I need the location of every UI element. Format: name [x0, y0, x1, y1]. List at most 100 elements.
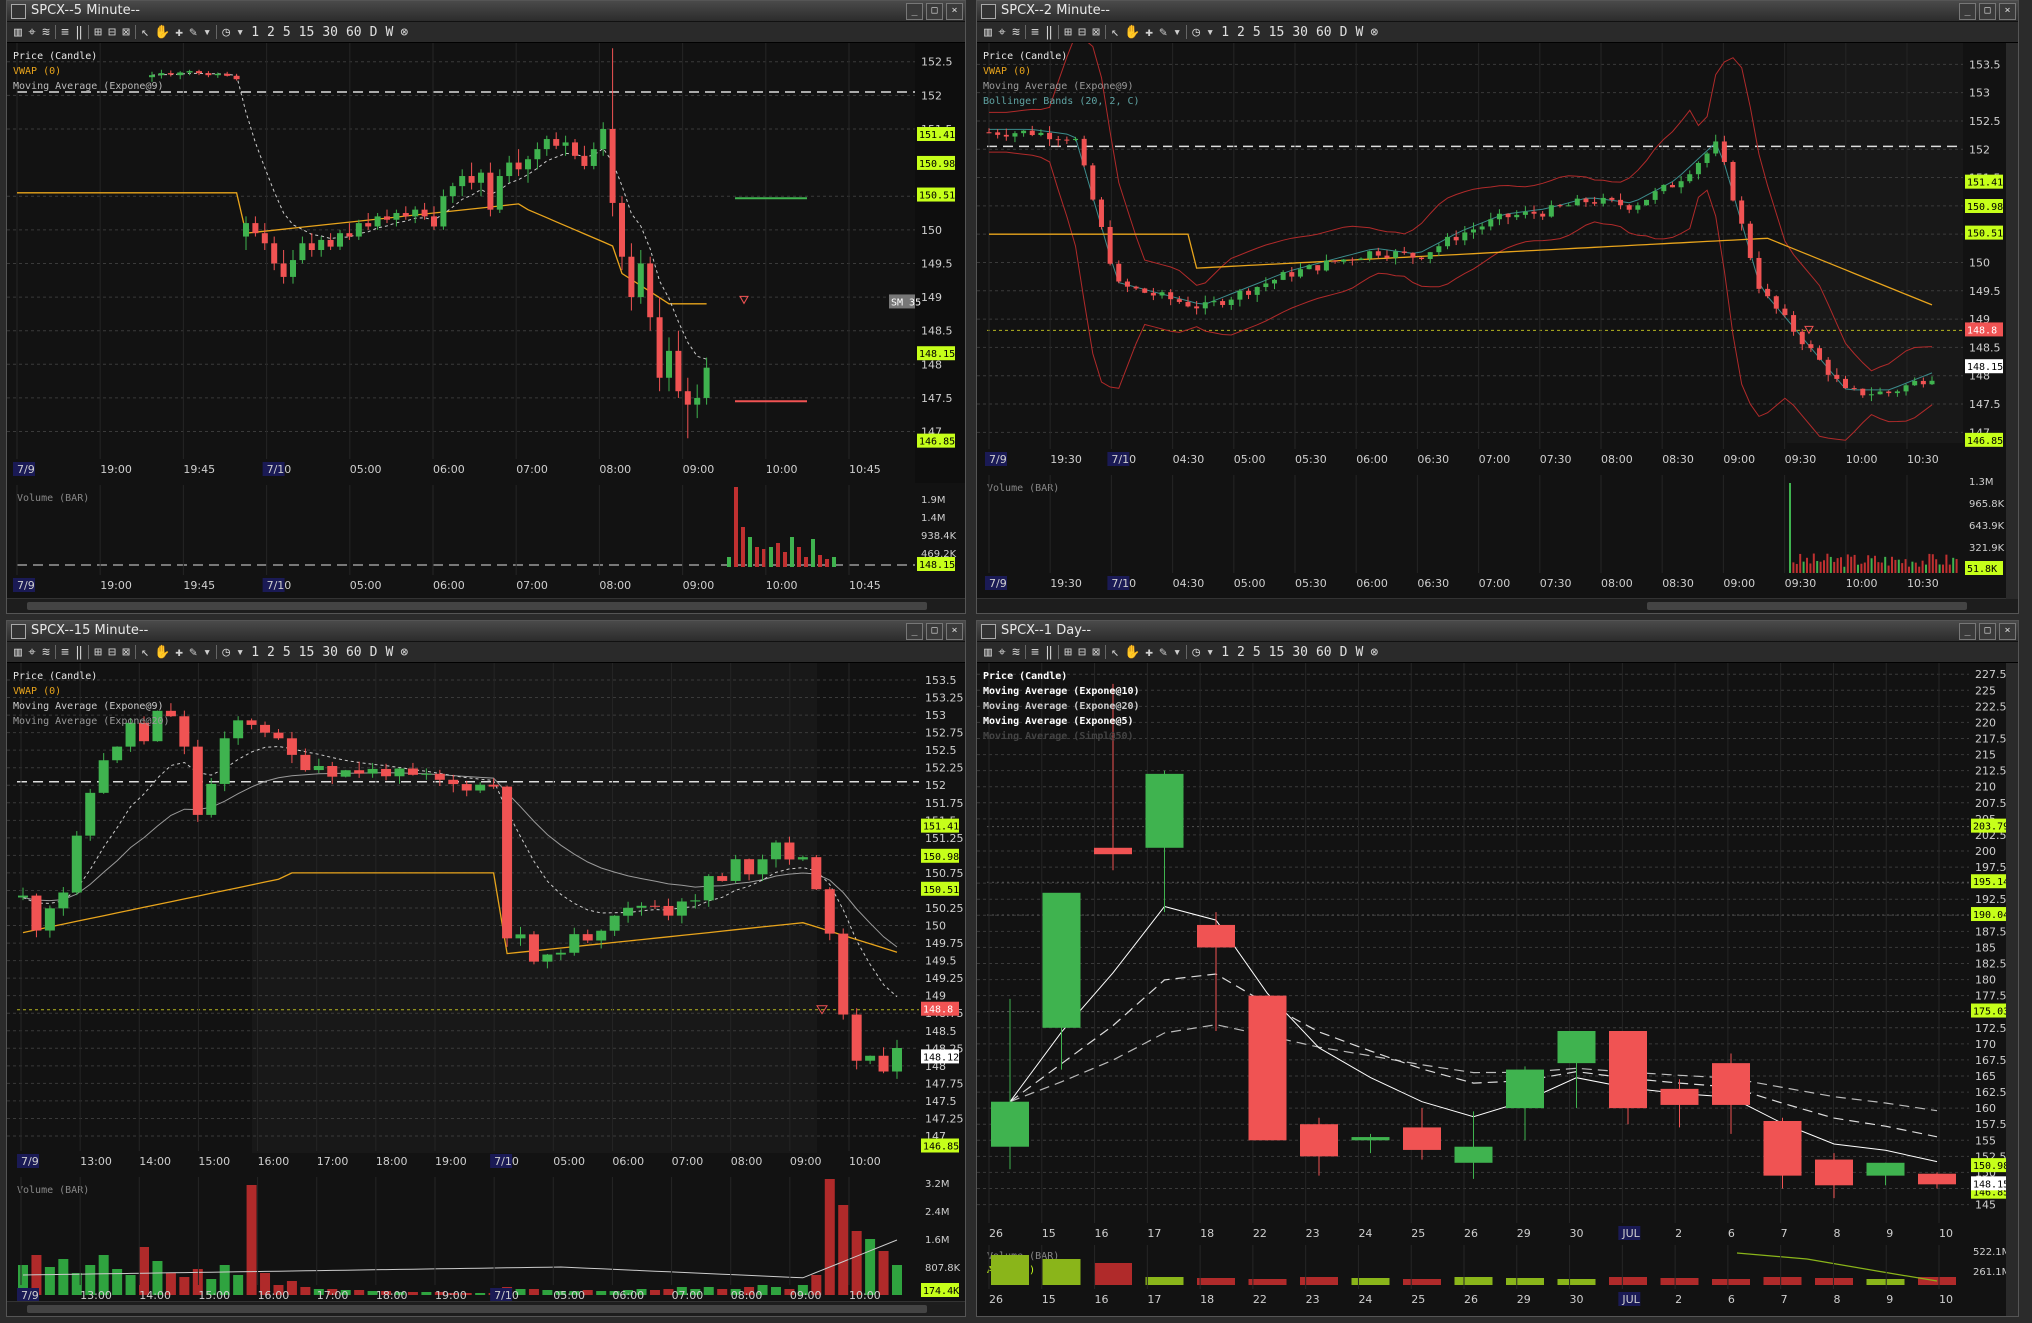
zoom-icon[interactable]: ⊠ [121, 25, 131, 40]
timeframe-button[interactable]: 1 [1219, 25, 1231, 40]
timeframe-button[interactable]: 2 [1235, 645, 1247, 660]
crosshair-icon[interactable]: ✚ [174, 25, 184, 40]
cancel-icon[interactable]: ⊗ [1369, 645, 1379, 660]
list-icon[interactable]: ≡ [60, 645, 70, 660]
timeframe-button[interactable]: 1 [249, 25, 261, 40]
layout-icon[interactable]: ⊞ [93, 645, 103, 660]
timeframe-button[interactable]: D [368, 645, 380, 660]
hand-icon[interactable]: ✋ [154, 25, 170, 40]
timeframe-button[interactable]: 30 [320, 645, 340, 660]
pointer-icon[interactable]: ↖ [140, 645, 150, 660]
timeframe-button[interactable]: 1 [249, 645, 261, 660]
timeframe-button[interactable]: 30 [1290, 25, 1310, 40]
timeframe-button[interactable]: 5 [281, 645, 293, 660]
grid-icon[interactable]: ⊟ [1077, 645, 1087, 660]
timeframe-button[interactable]: D [368, 25, 380, 40]
pencil-icon[interactable]: ✎ [1158, 25, 1168, 40]
maximize-icon[interactable]: □ [926, 3, 943, 20]
titlebar[interactable]: SPCX--15 Minute-- _ □ × [7, 621, 965, 642]
dropdown-icon[interactable]: ▾ [235, 645, 245, 660]
pause-icon[interactable]: ‖ [1044, 25, 1054, 40]
timeframe-button[interactable]: 60 [1314, 645, 1334, 660]
close-icon[interactable]: × [1999, 3, 2016, 20]
hand-icon[interactable]: ✋ [154, 645, 170, 660]
pause-icon[interactable]: ‖ [74, 645, 84, 660]
cursor-icon[interactable]: ⌖ [997, 645, 1007, 660]
hand-icon[interactable]: ✋ [1124, 25, 1140, 40]
grid-icon[interactable]: ⊟ [107, 25, 117, 40]
cursor-icon[interactable]: ⌖ [997, 25, 1007, 40]
dropdown-icon[interactable]: ▾ [1172, 25, 1182, 40]
timeframe-button[interactable]: 1 [1219, 645, 1231, 660]
draw-icon[interactable]: ≋ [1011, 25, 1021, 40]
price-chart-area[interactable]: 227.5225222.5220217.5215212.5210207.5205… [977, 663, 2018, 1243]
zoom-icon[interactable]: ⊠ [1091, 25, 1101, 40]
timeframe-button[interactable]: 60 [344, 645, 364, 660]
vertical-scrollbar[interactable] [2006, 43, 2018, 599]
cancel-icon[interactable]: ⊗ [399, 25, 409, 40]
timeframe-button[interactable]: W [383, 25, 395, 40]
dropdown-icon[interactable]: ▾ [235, 25, 245, 40]
layout-icon[interactable]: ⊞ [93, 25, 103, 40]
timeframe-button[interactable]: 15 [1267, 645, 1287, 660]
chart-type-icon[interactable]: ▥ [983, 645, 993, 660]
volume-chart-area[interactable]: Volume (BAR) 1.3M 965.8K 643.9K 321.9K 51.8K 7… [977, 475, 2018, 597]
dropdown-icon[interactable]: ▾ [202, 25, 212, 40]
timeframe-button[interactable]: W [1353, 25, 1365, 40]
close-icon[interactable]: × [946, 623, 963, 640]
timeframe-button[interactable]: 15 [297, 645, 317, 660]
list-icon[interactable]: ≡ [1030, 645, 1040, 660]
list-icon[interactable]: ≡ [1030, 25, 1040, 40]
pencil-icon[interactable]: ✎ [188, 645, 198, 660]
horizontal-scrollbar[interactable] [977, 598, 2018, 613]
volume-chart-area[interactable]: Volume (BAR)ATR (14)522.1M261.1M26151617… [977, 1245, 2018, 1307]
titlebar[interactable]: SPCX--2 Minute-- _ □ × [977, 1, 2018, 22]
minimize-icon[interactable]: _ [1959, 3, 1976, 20]
dropdown-icon[interactable]: ▾ [1205, 645, 1215, 660]
clock-icon[interactable]: ◷ [1191, 25, 1201, 40]
timeframe-button[interactable]: 2 [1235, 25, 1247, 40]
crosshair-icon[interactable]: ✚ [1144, 25, 1154, 40]
chart-type-icon[interactable]: ▥ [13, 645, 23, 660]
clock-icon[interactable]: ◷ [1191, 645, 1201, 660]
maximize-icon[interactable]: □ [1979, 3, 1996, 20]
minimize-icon[interactable]: _ [906, 3, 923, 20]
minimize-icon[interactable]: _ [1959, 623, 1976, 640]
pointer-icon[interactable]: ↖ [1110, 25, 1120, 40]
draw-icon[interactable]: ≋ [41, 645, 51, 660]
horizontal-scrollbar[interactable] [7, 598, 965, 613]
timeframe-button[interactable]: 60 [344, 25, 364, 40]
dropdown-icon[interactable]: ▾ [202, 645, 212, 660]
titlebar[interactable]: SPCX--5 Minute-- _ □ × [7, 1, 965, 22]
clock-icon[interactable]: ◷ [221, 645, 231, 660]
timeframe-button[interactable]: 5 [1251, 645, 1263, 660]
pointer-icon[interactable]: ↖ [1110, 645, 1120, 660]
grid-icon[interactable]: ⊟ [1077, 25, 1087, 40]
timeframe-button[interactable]: 30 [320, 25, 340, 40]
volume-chart-area[interactable]: Volume (BAR) 3.2M 2.4M 1.6M 807.8K 174.4K 7/9 1… [7, 1177, 965, 1304]
list-icon[interactable]: ≡ [60, 25, 70, 40]
maximize-icon[interactable]: □ [926, 623, 943, 640]
volume-chart-area[interactable]: Volume (BAR) 1.9M 1.4M 938.4K 469.2K 148.15 7/… [7, 485, 965, 597]
timeframe-button[interactable]: 60 [1314, 25, 1334, 40]
timeframe-button[interactable]: 5 [1251, 25, 1263, 40]
draw-icon[interactable]: ≋ [41, 25, 51, 40]
crosshair-icon[interactable]: ✚ [1144, 645, 1154, 660]
timeframe-button[interactable]: 2 [265, 25, 277, 40]
price-chart-area[interactable]: 153.5 153.25 153 152.75 152.5 152.25 152 151.75… [7, 663, 965, 1175]
cancel-icon[interactable]: ⊗ [399, 645, 409, 660]
timeframe-button[interactable]: 15 [1267, 25, 1287, 40]
close-icon[interactable]: × [946, 3, 963, 20]
crosshair-icon[interactable]: ✚ [174, 645, 184, 660]
pointer-icon[interactable]: ↖ [140, 25, 150, 40]
titlebar[interactable]: SPCX--1 Day-- _ □ × [977, 621, 2018, 642]
draw-icon[interactable]: ≋ [1011, 645, 1021, 660]
minimize-icon[interactable]: _ [906, 623, 923, 640]
zoom-icon[interactable]: ⊠ [1091, 645, 1101, 660]
grid-icon[interactable]: ⊟ [107, 645, 117, 660]
cancel-icon[interactable]: ⊗ [1369, 25, 1379, 40]
hand-icon[interactable]: ✋ [1124, 645, 1140, 660]
horizontal-scrollbar[interactable] [7, 1301, 965, 1316]
pencil-icon[interactable]: ✎ [188, 25, 198, 40]
cursor-icon[interactable]: ⌖ [27, 645, 37, 660]
